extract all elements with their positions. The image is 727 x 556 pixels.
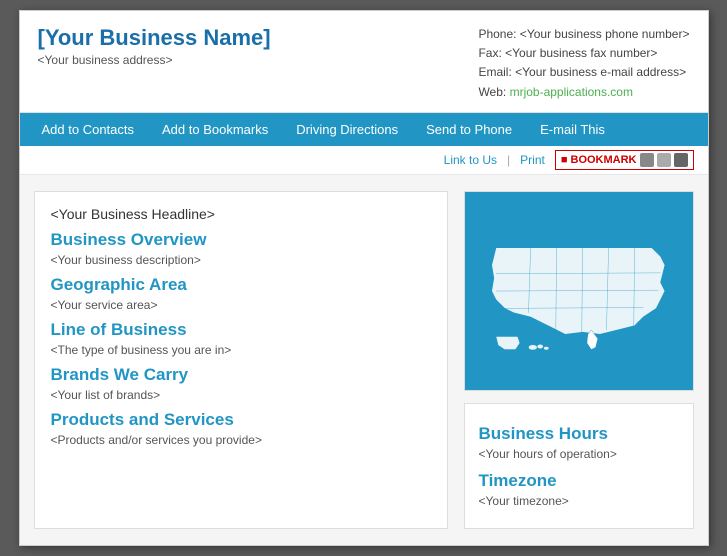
right-section-title-0: Business Hours <box>479 424 679 444</box>
bookmark-icons <box>640 153 688 167</box>
right-info: Business Hours <Your hours of operation>… <box>464 403 694 529</box>
header-left: [Your Business Name] <Your business addr… <box>38 25 271 102</box>
section-title-0: Business Overview <box>51 230 431 250</box>
right-column: Business Hours <Your hours of operation>… <box>464 191 694 529</box>
right-section-title-1: Timezone <box>479 471 679 491</box>
section-desc-0: <Your business description> <box>51 253 431 267</box>
bookmark-text: BOOKMARK <box>571 154 637 166</box>
section-title-1: Geographic Area <box>51 275 431 295</box>
bookmark-label: ■ <box>561 154 568 166</box>
page-wrapper: [Your Business Name] <Your business addr… <box>19 10 709 546</box>
phone-info: Phone: <Your business phone number> <box>478 25 689 44</box>
email-info: Email: <Your business e-mail address> <box>478 63 689 82</box>
nav-add-contacts[interactable]: Add to Contacts <box>28 113 149 146</box>
bookmark-box[interactable]: ■ BOOKMARK <box>555 150 694 170</box>
section-desc-2: <The type of business you are in> <box>51 343 431 357</box>
web-link[interactable]: mrjob-applications.com <box>510 85 633 99</box>
right-section-desc-0: <Your hours of operation> <box>479 447 679 461</box>
section-desc-3: <Your list of brands> <box>51 388 431 402</box>
fax-info: Fax: <Your business fax number> <box>478 44 689 63</box>
us-map-svg <box>470 197 687 385</box>
section-desc-4: <Products and/or services you provide> <box>51 433 431 447</box>
nav-email-this[interactable]: E-mail This <box>526 113 619 146</box>
business-headline: <Your Business Headline> <box>51 206 431 222</box>
navbar: Add to Contacts Add to Bookmarks Driving… <box>20 113 708 146</box>
header: [Your Business Name] <Your business addr… <box>20 11 708 113</box>
main-content: <Your Business Headline> Business Overvi… <box>20 175 708 545</box>
header-right: Phone: <Your business phone number> Fax:… <box>478 25 689 102</box>
utility-bar: Link to Us | Print ■ BOOKMARK <box>20 146 708 175</box>
business-name: [Your Business Name] <box>38 25 271 51</box>
section-title-4: Products and Services <box>51 410 431 430</box>
nav-add-bookmarks[interactable]: Add to Bookmarks <box>148 113 282 146</box>
section-desc-1: <Your service area> <box>51 298 431 312</box>
nav-send-to-phone[interactable]: Send to Phone <box>412 113 526 146</box>
bk-icon-2 <box>657 153 671 167</box>
web-info: Web: mrjob-applications.com <box>478 83 689 102</box>
left-column: <Your Business Headline> Business Overvi… <box>34 191 448 529</box>
nav-driving-directions[interactable]: Driving Directions <box>282 113 412 146</box>
link-to-us[interactable]: Link to Us <box>444 153 497 167</box>
business-address: <Your business address> <box>38 53 271 67</box>
section-title-2: Line of Business <box>51 320 431 340</box>
print-link[interactable]: Print <box>520 153 545 167</box>
bk-icon-1 <box>640 153 654 167</box>
right-section-desc-1: <Your timezone> <box>479 494 679 508</box>
us-map <box>464 191 694 391</box>
section-title-3: Brands We Carry <box>51 365 431 385</box>
bk-icon-3 <box>674 153 688 167</box>
